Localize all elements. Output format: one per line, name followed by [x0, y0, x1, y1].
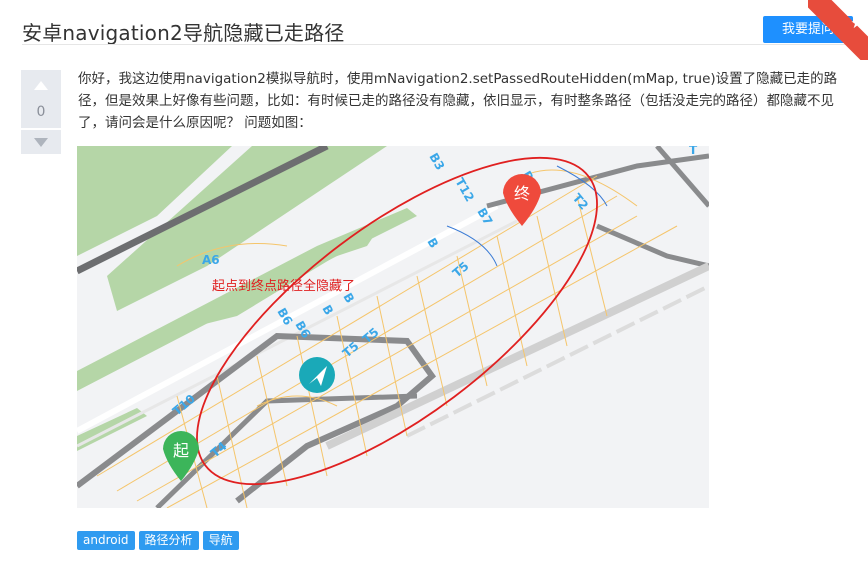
map-label: A6 — [202, 253, 220, 267]
chevron-down-icon — [34, 137, 48, 147]
downvote-button[interactable] — [21, 130, 61, 154]
navigation-arrow-icon — [299, 357, 335, 393]
star-icon: ★ — [850, 14, 864, 32]
map-label: T — [689, 146, 698, 157]
upvote-button[interactable] — [21, 70, 61, 100]
tag-navigation[interactable]: 导航 — [202, 531, 239, 550]
start-marker-label: 起 — [173, 441, 189, 460]
header-divider — [22, 44, 868, 45]
map-annotation: 起点到终点路径全隐藏了 — [212, 278, 355, 294]
tag-list: android 路径分析 导航 — [77, 531, 239, 550]
tag-android[interactable]: android — [77, 531, 135, 550]
page-title: 安卓navigation2导航隐藏已走路径 — [22, 21, 345, 45]
question-body: 你好，我这边使用navigation2模拟导航时，使用mNavigation2.… — [78, 71, 838, 131]
question-header: 安卓navigation2导航隐藏已走路径 我要提问 ★ — [0, 0, 868, 60]
map-screenshot: A6 B7 B T2 T5 T5 T5 B6 B6 B B T10 T4 B5 … — [77, 146, 709, 508]
thumbs-up-icon — [34, 80, 48, 90]
tag-route-analysis[interactable]: 路径分析 — [138, 531, 199, 550]
vote-panel: 0 — [21, 70, 61, 154]
vote-count: 0 — [21, 100, 61, 128]
end-marker-label: 终 — [514, 184, 530, 203]
corner-ribbon: ★ — [808, 0, 868, 60]
map-canvas: A6 B7 B T2 T5 T5 T5 B6 B6 B B T10 T4 B5 … — [77, 146, 709, 508]
